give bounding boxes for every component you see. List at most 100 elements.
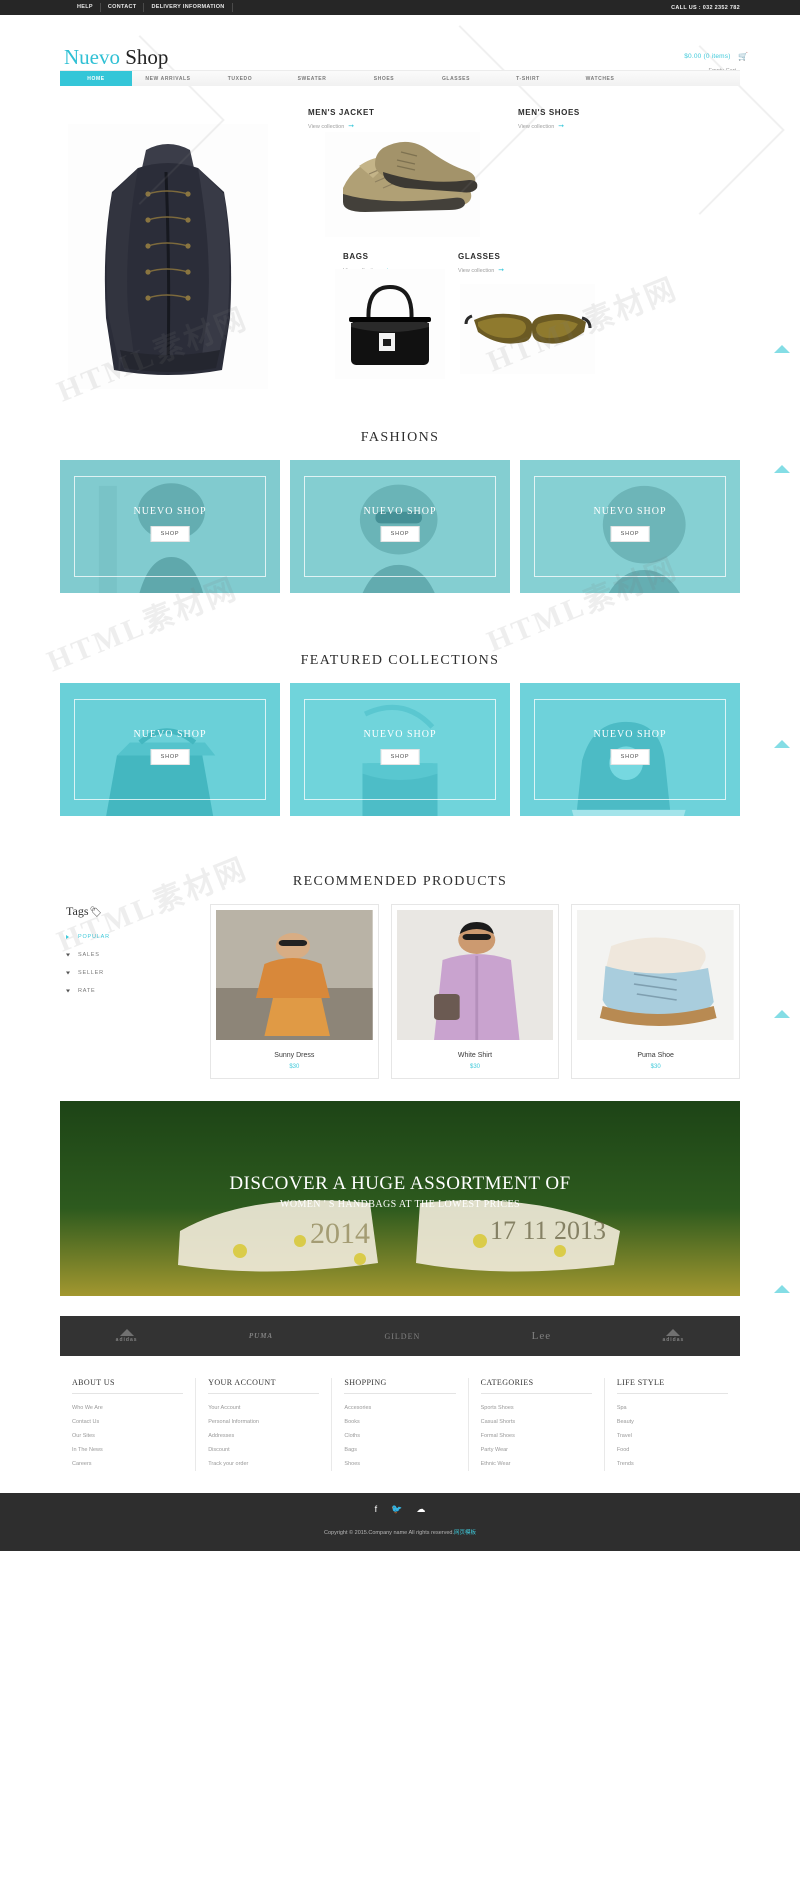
sunny-dress-photo	[216, 910, 373, 1040]
topbar-link-help[interactable]: HELP	[70, 3, 101, 12]
featured-tile-2-shop-button[interactable]: SHOP	[380, 749, 420, 765]
product-card-puma-shoe[interactable]: Puma Shoe $30	[571, 904, 741, 1079]
tags-heading: Tags🏷	[66, 904, 210, 919]
promo-banner[interactable]: 2014 17 11 2013 DISCOVER A HUGE ASSORTME…	[60, 1101, 740, 1296]
footer-list-about-us: Who We Are Contact Us Our Sites In The N…	[72, 1401, 183, 1471]
chevron-down-icon-rate	[66, 989, 70, 993]
footer-link-your-account[interactable]: Your Account	[208, 1401, 319, 1415]
footer-link-cloths[interactable]: Cloths	[344, 1429, 455, 1443]
brand-logo-lee[interactable]: Lee	[532, 1330, 551, 1342]
footer-link-travel[interactable]: Travel	[617, 1429, 728, 1443]
mens-jacket-image[interactable]	[68, 124, 268, 389]
featured-tile-3[interactable]: NUEVO SHOP SHOP	[520, 683, 740, 816]
footer-column-about-us: ABOUT US Who We Are Contact Us Our Sites…	[60, 1378, 195, 1471]
brand-logo-adidas-2[interactable]: adidas	[662, 1329, 684, 1343]
footer-link-sports-shoes[interactable]: Sports Shoes	[481, 1401, 592, 1415]
footer-link-books[interactable]: Books	[344, 1415, 455, 1429]
copyright-link[interactable]: 网页模板	[454, 1530, 476, 1536]
twitter-icon[interactable]: 🐦	[391, 1504, 402, 1515]
footer-link-spa[interactable]: Spa	[617, 1401, 728, 1415]
hero-category-title-mens-shoes: MEN'S SHOES	[518, 108, 580, 117]
hero-category-link-glasses[interactable]: View collection ➞	[458, 266, 504, 274]
brand-logo-puma[interactable]: PUMA	[249, 1332, 273, 1340]
footer-link-casual-shorts[interactable]: Casual Shorts	[481, 1415, 592, 1429]
footer-link-track-your-order[interactable]: Track your order	[208, 1457, 319, 1471]
call-us-text: CALL US : 032 2352 782	[671, 4, 740, 11]
product-price-sunny-dress: $30	[289, 1064, 300, 1070]
fashions-tile-row: NUEVO SHOP SHOP NUEVO SHOP SHOP NUEVO SH…	[60, 460, 740, 593]
footer-heading-shopping: SHOPPING	[344, 1378, 456, 1394]
footer-link-accesories[interactable]: Accesories	[344, 1401, 455, 1415]
hero-category-title-bags: BAGS	[343, 252, 369, 261]
nav-item-t-shirt[interactable]: T-SHIRT	[492, 71, 564, 86]
tag-item-popular[interactable]: POPULAR	[66, 928, 210, 946]
footer-link-party-wear[interactable]: Party Wear	[481, 1443, 592, 1457]
glasses-image[interactable]	[460, 284, 595, 374]
rss-icon[interactable]: ☁	[416, 1504, 425, 1515]
footer-link-discount[interactable]: Discount	[208, 1443, 319, 1457]
footer-link-addresses[interactable]: Addresses	[208, 1429, 319, 1443]
brand-label-adidas-1: adidas	[115, 1337, 138, 1343]
footer-heading-categories: CATEGORIES	[480, 1378, 592, 1394]
cart-total-label: $0.00 (0 items)	[684, 53, 731, 60]
product-card-sunny-dress[interactable]: Sunny Dress $30	[210, 904, 379, 1079]
footer-link-ethnic-wear[interactable]: Ethnic Wear	[481, 1457, 592, 1471]
fashion-tile-2[interactable]: NUEVO SHOP SHOP	[290, 460, 510, 593]
nav-item-shoes[interactable]: SHOES	[348, 71, 420, 86]
fashion-tile-1-shop-button[interactable]: SHOP	[150, 526, 190, 542]
nav-item-sweater[interactable]: SWEATER	[276, 71, 348, 86]
topbar-link-delivery-information[interactable]: DELIVERY INFORMATION	[144, 3, 233, 12]
nav-item-watches[interactable]: WATCHES	[564, 71, 636, 86]
product-image-white-shirt	[396, 910, 554, 1040]
view-collection-text-1: View collection	[308, 124, 345, 130]
brand-label-adidas-2: adidas	[662, 1337, 685, 1343]
tag-item-rate[interactable]: RATE	[66, 982, 210, 1000]
brand-logo-gilden[interactable]: GILDEN	[384, 1332, 420, 1341]
tag-icon: 🏷	[89, 907, 103, 918]
hero-category-link-mens-shoes[interactable]: View collection ➞	[518, 122, 564, 130]
footer-link-food[interactable]: Food	[617, 1443, 728, 1457]
hero-category-link-mens-jacket[interactable]: View collection ➞	[308, 122, 354, 130]
footer-link-beauty[interactable]: Beauty	[617, 1415, 728, 1429]
nav-item-home[interactable]: HOME	[60, 71, 132, 86]
mens-shoes-image[interactable]	[325, 132, 480, 237]
footer-link-formal-shoes[interactable]: Formal Shoes	[481, 1429, 592, 1443]
footer-heading-life-style: LIFE STYLE	[616, 1378, 729, 1394]
copyright-text: Copyright © 2015.Company name All rights…	[0, 1528, 800, 1536]
tag-item-seller[interactable]: SELLER	[66, 964, 210, 982]
featured-tile-2[interactable]: NUEVO SHOP SHOP	[290, 683, 510, 816]
site-header: Nuevo Shop $0.00 (0 items) 🛒 Empty Cart	[0, 15, 800, 74]
fashion-tile-2-shop-button[interactable]: SHOP	[380, 526, 420, 542]
footer-link-shoes[interactable]: Shoes	[344, 1457, 455, 1471]
nav-item-new-arrivals[interactable]: NEW ARRIVALS	[132, 71, 204, 86]
footer-link-trends[interactable]: Trends	[617, 1457, 728, 1471]
facebook-icon[interactable]: f	[375, 1504, 378, 1515]
nav-item-tuxedo[interactable]: TUXEDO	[204, 71, 276, 86]
bags-image[interactable]	[335, 269, 445, 379]
footer-link-who-we-are[interactable]: Who We Are	[72, 1401, 183, 1415]
topbar-link-contact[interactable]: CONTACT	[101, 3, 145, 12]
fashion-tile-3[interactable]: NUEVO SHOP SHOP	[520, 460, 740, 593]
featured-tile-1-shop-button[interactable]: SHOP	[150, 749, 190, 765]
main-navigation: HOME NEW ARRIVALS TUXEDO SWEATER SHOES G…	[60, 70, 740, 86]
footer-link-contact-us[interactable]: Contact Us	[72, 1415, 183, 1429]
tags-list: POPULAR SALES SELLER RATE	[66, 928, 210, 1000]
fashion-tile-3-shop-button[interactable]: SHOP	[610, 526, 650, 542]
featured-tile-3-shop-button[interactable]: SHOP	[610, 749, 650, 765]
nav-item-glasses[interactable]: GLASSES	[420, 71, 492, 86]
footer-link-bags[interactable]: Bags	[344, 1443, 455, 1457]
footer-link-careers[interactable]: Careers	[72, 1457, 183, 1471]
scroll-chevron-4	[774, 1010, 790, 1018]
footer-link-personal-information[interactable]: Personal Information	[208, 1415, 319, 1429]
footer-column-categories: CATEGORIES Sports Shoes Casual Shorts Fo…	[467, 1378, 604, 1471]
tag-item-sales[interactable]: SALES	[66, 946, 210, 964]
featured-tile-1[interactable]: NUEVO SHOP SHOP	[60, 683, 280, 816]
site-logo[interactable]: Nuevo Shop	[64, 45, 168, 70]
cart-icon[interactable]: 🛒	[738, 52, 748, 61]
fashion-tile-1[interactable]: NUEVO SHOP SHOP	[60, 460, 280, 593]
footer-link-in-the-news[interactable]: In The News	[72, 1443, 183, 1457]
footer-link-our-sites[interactable]: Our Sites	[72, 1429, 183, 1443]
svg-text:17 11 2013: 17 11 2013	[490, 1216, 606, 1245]
product-card-white-shirt[interactable]: White Shirt $30	[390, 904, 560, 1079]
brand-logo-adidas-1[interactable]: adidas	[116, 1329, 138, 1343]
